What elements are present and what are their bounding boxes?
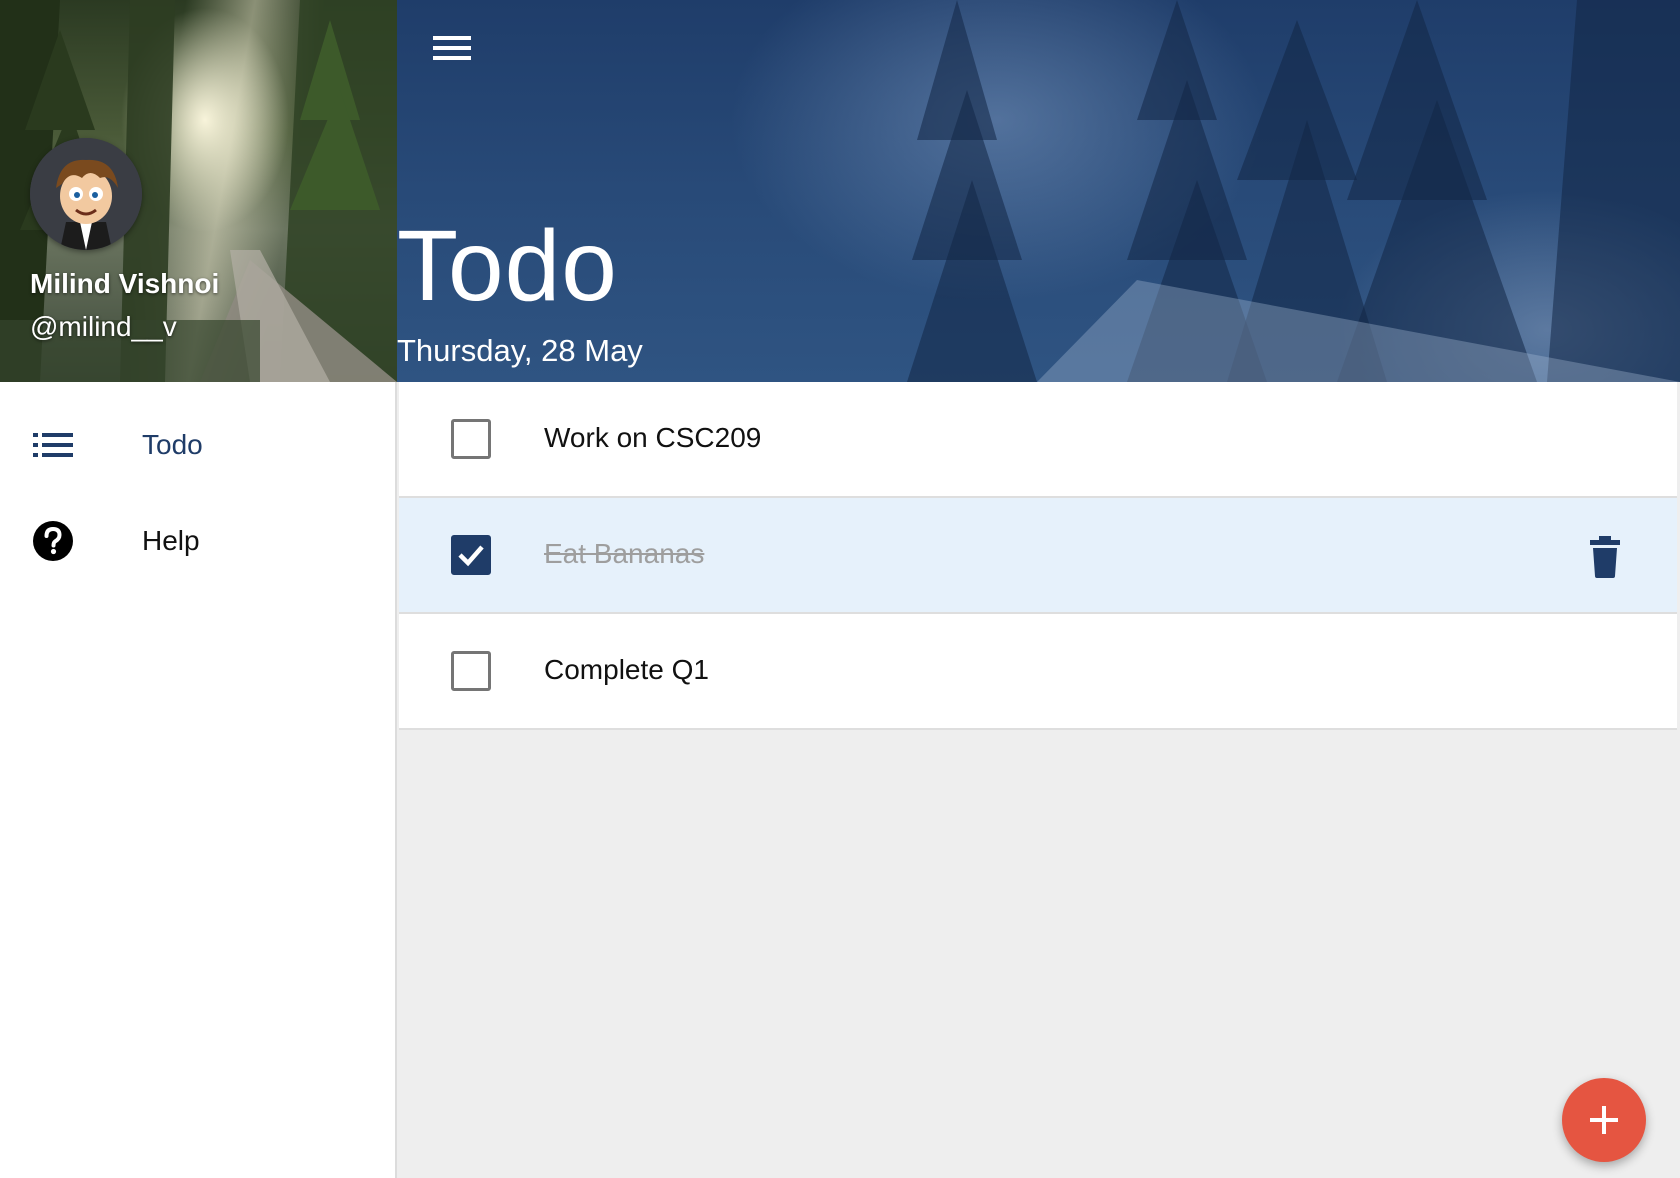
avatar-cartoon-image: [30, 138, 142, 250]
nav-item-label: Help: [142, 525, 200, 556]
list-icon: [32, 424, 74, 466]
help-circle-icon: [32, 520, 74, 562]
page-title: Todo: [397, 210, 618, 322]
nav-item-todo[interactable]: Todo: [0, 400, 395, 490]
todo-text: Work on CSC209: [544, 422, 762, 453]
current-date: Thursday, 28 May: [397, 333, 643, 368]
todo-list: Work on CSC209 Eat Bananas Complete Q1: [399, 382, 1677, 730]
user-name: Milind Vishnoi: [30, 268, 220, 299]
add-todo-button[interactable]: [1562, 1078, 1646, 1162]
checkmark-icon: [458, 545, 484, 567]
drawer-header: Milind Vishnoi @milind__v: [0, 0, 397, 382]
nav-item-help[interactable]: Help: [0, 496, 395, 586]
menu-icon-bar: [433, 46, 471, 50]
delete-button[interactable]: [1587, 536, 1623, 578]
todo-text: Complete Q1: [544, 654, 709, 685]
menu-button[interactable]: [433, 28, 483, 68]
menu-icon-bar: [433, 36, 471, 40]
forest-header-background: [907, 0, 1680, 382]
todo-checkbox[interactable]: [451, 651, 491, 691]
todo-item[interactable]: Complete Q1: [399, 614, 1677, 730]
todo-item[interactable]: Eat Bananas: [399, 498, 1677, 614]
menu-icon-bar: [433, 56, 471, 60]
plus-icon: [1590, 1106, 1618, 1134]
todo-checkbox[interactable]: [451, 535, 491, 575]
avatar[interactable]: [30, 138, 142, 250]
nav-item-label: Todo: [142, 429, 203, 460]
user-handle: @milind__v: [30, 311, 177, 342]
todo-checkbox[interactable]: [451, 419, 491, 459]
main-content: Todo Thursday, 28 May Work on CSC209 Eat…: [397, 0, 1680, 1178]
app-header: Todo Thursday, 28 May: [397, 0, 1680, 382]
todo-item[interactable]: Work on CSC209: [399, 382, 1677, 498]
navigation-drawer: Milind Vishnoi @milind__v Todo Help: [0, 0, 397, 1178]
todo-text: Eat Bananas: [544, 538, 705, 569]
trash-icon: [1590, 536, 1620, 578]
